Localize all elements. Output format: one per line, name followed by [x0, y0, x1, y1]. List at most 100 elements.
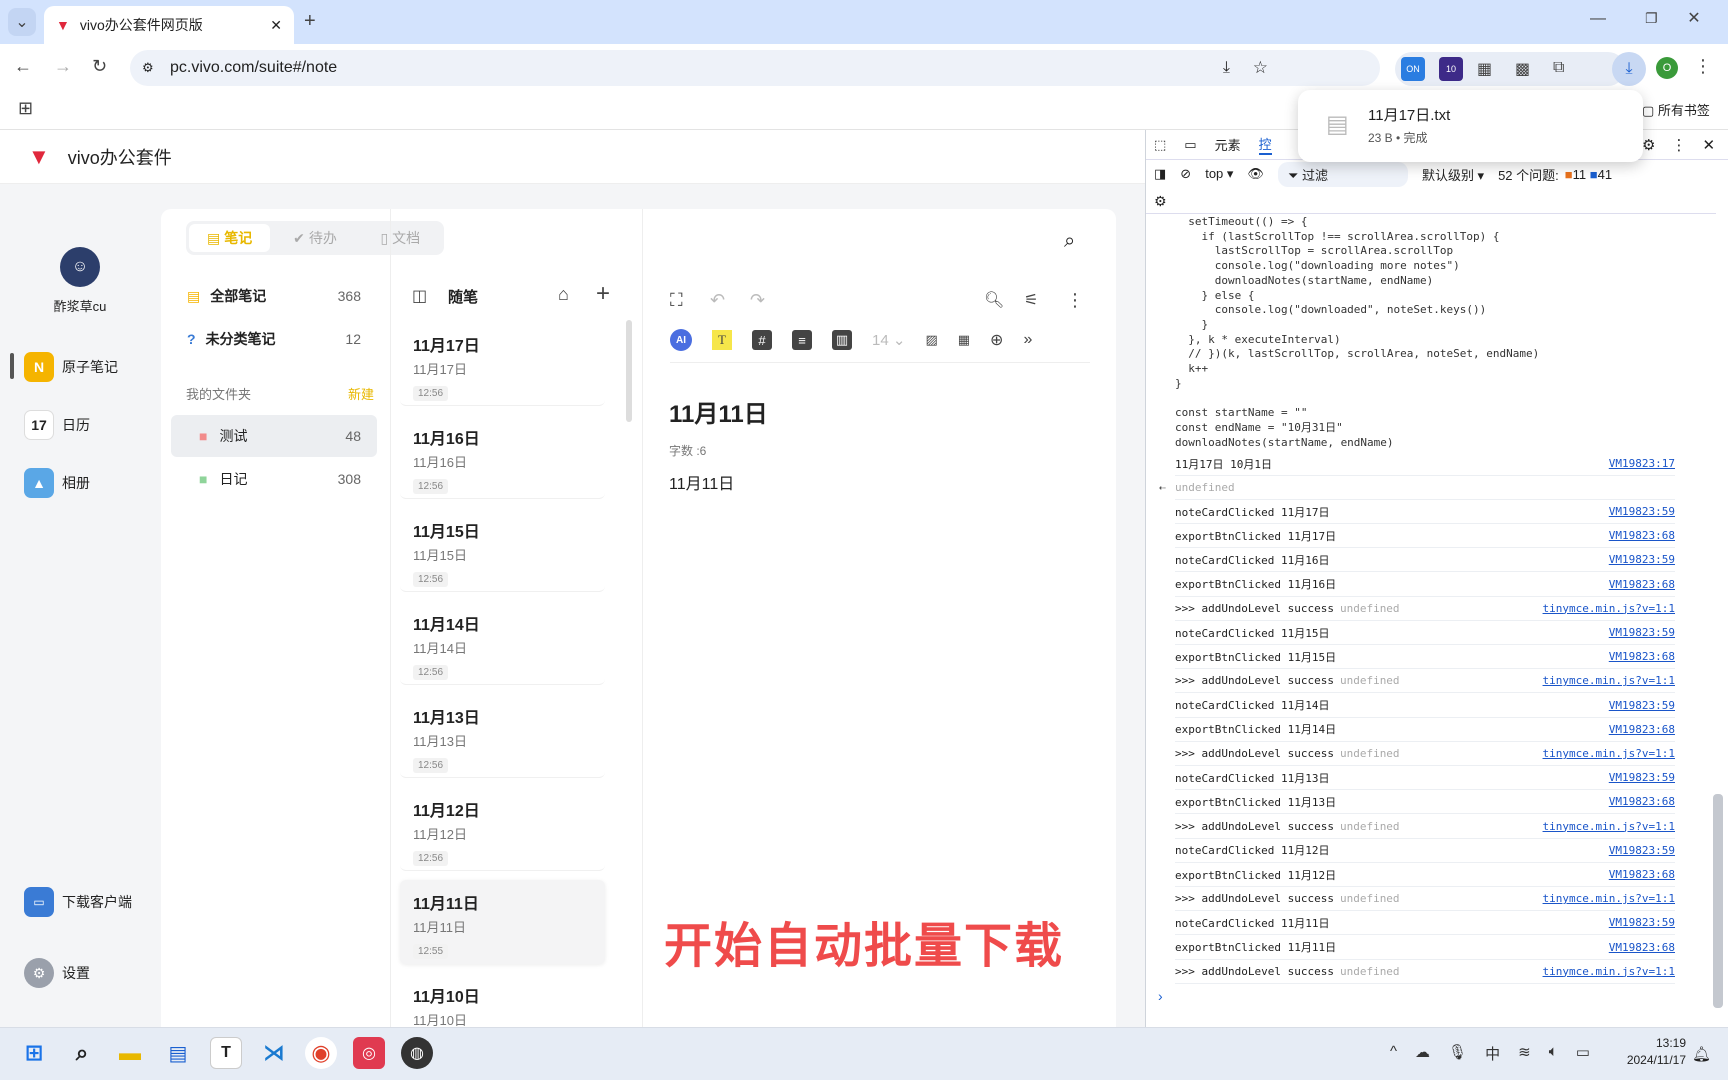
file-explorer-icon[interactable]: ▬ [114, 1037, 146, 1069]
extension-grid-icon[interactable]: ▦ [1477, 59, 1492, 79]
download-filename[interactable]: 11月17日.txt [1368, 104, 1625, 125]
log-source-link[interactable]: VM19823:17 [1609, 457, 1675, 470]
log-source-link[interactable]: VM19823:59 [1609, 916, 1675, 929]
devtools-close-icon[interactable]: ✕ [1702, 136, 1715, 154]
heading-icon[interactable]: # [752, 330, 772, 350]
chevron-up-icon[interactable]: ^ [1390, 1043, 1397, 1064]
tag-icon[interactable]: ⌂ [558, 284, 569, 305]
note-list-item[interactable]: 11月11日 11月11日 12:55 [400, 880, 605, 964]
back-icon[interactable]: ← [14, 56, 32, 77]
new-folder-button[interactable]: 新建 [348, 384, 374, 403]
log-source-link[interactable]: tinymce.min.js?v=1:1 [1543, 747, 1675, 760]
log-source-link[interactable]: tinymce.min.js?v=1:1 [1543, 674, 1675, 687]
reload-icon[interactable]: ↻ [92, 56, 107, 77]
log-source-link[interactable]: tinymce.min.js?v=1:1 [1543, 820, 1675, 833]
chrome-icon[interactable]: ◉ [305, 1037, 337, 1069]
downloads-button[interactable]: ⤓ [1612, 52, 1646, 86]
note-title[interactable]: 11月11日 [669, 394, 768, 429]
find-in-note-icon[interactable]: 🔍︎ [984, 286, 1004, 314]
log-source-link[interactable]: VM19823:68 [1609, 578, 1675, 591]
download-bubble[interactable]: ▤ 11月17日.txt 23 B • 完成 [1298, 90, 1643, 162]
log-source-link[interactable]: VM19823:59 [1609, 699, 1675, 712]
insert-plus-icon[interactable]: ⊕ [990, 330, 1003, 350]
download-client-link[interactable]: ▭ 下载客户端 [24, 887, 144, 917]
folder-item[interactable]: ■ 测试 48 [171, 415, 377, 457]
user-avatar[interactable]: ☺ [60, 247, 100, 287]
ai-icon[interactable]: AI [670, 329, 692, 351]
folder-item[interactable]: ■ 日记 308 [171, 458, 377, 500]
ime-indicator[interactable]: 中 [1485, 1043, 1500, 1064]
volume-icon[interactable]: 🔈︎ [1549, 1043, 1558, 1064]
log-source-link[interactable]: VM19823:59 [1609, 553, 1675, 566]
note-list-item[interactable]: 11月12日 11月12日 12:56 [400, 787, 605, 871]
add-note-icon[interactable]: + [596, 280, 610, 308]
note-list-item[interactable]: 11月15日 11月15日 12:56 [400, 508, 605, 592]
log-source-link[interactable]: tinymce.min.js?v=1:1 [1543, 892, 1675, 905]
align-icon[interactable]: ≡ [792, 330, 812, 350]
note-list-item[interactable]: 11月17日 11月17日 12:56 [400, 322, 605, 406]
cloud-icon[interactable]: ☁ [1415, 1043, 1430, 1064]
more-vertical-icon[interactable]: ⋮ [1066, 286, 1084, 314]
context-select[interactable]: top ▾ [1205, 166, 1233, 182]
adjust-icon[interactable]: ⚟ [1024, 286, 1038, 314]
sidebar-toggle-icon[interactable]: ◨ [1154, 166, 1166, 182]
note-list-scrollbar[interactable] [626, 320, 632, 422]
log-source-link[interactable]: VM19823:59 [1609, 626, 1675, 639]
issues-label[interactable]: 52 个问题: [1498, 165, 1559, 184]
text-style-icon[interactable]: T [712, 330, 732, 350]
note-list-item[interactable]: 11月13日 11月13日 12:56 [400, 694, 605, 778]
download-page-icon[interactable]: ⤓ [1223, 59, 1230, 77]
notepad-icon[interactable]: ▤ [162, 1037, 194, 1069]
inspect-icon[interactable]: ⬚ [1154, 137, 1166, 153]
note-list-item[interactable]: 11月14日 11月14日 12:56 [400, 601, 605, 685]
wifi-icon[interactable]: ≋ [1518, 1043, 1531, 1064]
extension-badge-icon[interactable]: 10 [1439, 57, 1463, 81]
apps-grid-icon[interactable]: ⊞ [18, 98, 33, 119]
device-toggle-icon[interactable]: ▭ [1184, 137, 1196, 153]
columns-icon[interactable]: ▥ [832, 330, 852, 350]
sidebar-item-0[interactable]: N 原子笔记 [24, 352, 144, 382]
start-icon[interactable]: ⊞ [18, 1037, 50, 1069]
app-icon[interactable]: ◎ [353, 1037, 385, 1069]
note-body[interactable]: 11月11日 [669, 470, 734, 494]
filter-input[interactable]: ⏷ 过滤 [1277, 161, 1408, 187]
fullscreen-icon[interactable]: ⛶ [670, 286, 683, 314]
table-icon[interactable]: ▦ [958, 332, 970, 348]
minimize-button[interactable]: — [1590, 10, 1606, 28]
qr-icon[interactable]: ▩ [1515, 59, 1530, 79]
extensions-puzzle-icon[interactable]: ⧉ [1553, 59, 1564, 77]
clock[interactable]: 13:19 2024/11/17 [1610, 1035, 1686, 1069]
console-prompt[interactable]: › [1158, 988, 1163, 1004]
sidebar-item-1[interactable]: 17 日历 [24, 410, 144, 440]
tab-notes[interactable]: ▤ 笔记 [189, 224, 271, 252]
obs-icon[interactable]: ◍ [401, 1037, 433, 1069]
address-bar[interactable]: ⚙ pc.vivo.com/suite#/note ⤓ ☆ [130, 50, 1380, 86]
font-size-select[interactable]: 14 ⌄ [872, 331, 905, 349]
close-window-button[interactable]: ✕ [1664, 8, 1724, 28]
vscode-icon[interactable]: ⋊ [258, 1037, 290, 1069]
sidebar-toggle-icon[interactable]: ◫ [412, 286, 427, 306]
redo-icon[interactable]: ↷ [750, 286, 765, 314]
tab-docs[interactable]: ▯ 文档 [360, 224, 441, 252]
log-source-link[interactable]: VM19823:68 [1609, 529, 1675, 542]
forward-icon[interactable]: → [54, 56, 72, 77]
restore-button[interactable]: ❐ [1645, 10, 1658, 27]
tab-elements[interactable]: 元素 [1215, 135, 1241, 154]
eye-icon[interactable]: 👁︎ [1247, 166, 1264, 182]
all-notes-item[interactable]: ▤ 全部笔记 368 [171, 275, 377, 317]
close-tab-icon[interactable]: ✕ [270, 17, 282, 34]
browser-menu-icon[interactable]: ⋮ [1694, 56, 1712, 77]
log-source-link[interactable]: tinymce.min.js?v=1:1 [1543, 602, 1675, 615]
log-source-link[interactable]: VM19823:59 [1609, 771, 1675, 784]
extension-on-icon[interactable]: ON [1401, 57, 1425, 81]
bookmark-star-icon[interactable]: ☆ [1253, 58, 1268, 78]
sidebar-item-2[interactable]: ▲ 相册 [24, 468, 144, 498]
clear-console-icon[interactable]: ⊘ [1180, 166, 1191, 182]
typora-icon[interactable]: T [210, 1037, 242, 1069]
log-source-link[interactable]: tinymce.min.js?v=1:1 [1543, 965, 1675, 978]
log-source-link[interactable]: VM19823:68 [1609, 868, 1675, 881]
log-source-link[interactable]: VM19823:68 [1609, 941, 1675, 954]
search-icon[interactable]: ⌕ [1064, 230, 1075, 253]
settings-link[interactable]: ⚙ 设置 [24, 958, 144, 988]
tab-console[interactable]: 控 [1258, 134, 1272, 155]
